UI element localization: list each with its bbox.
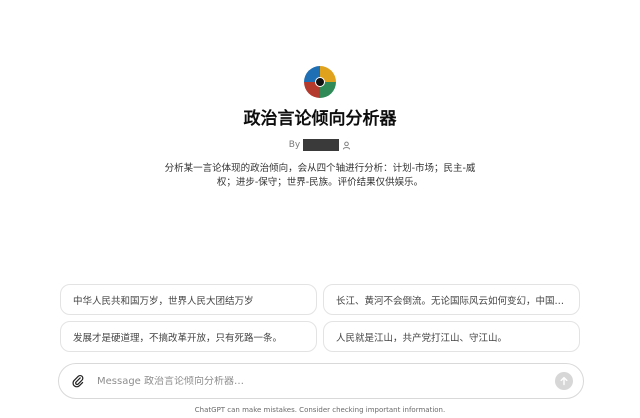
- starter-text: 中华人民共和国万岁，世界人民大团结万岁: [73, 295, 254, 307]
- starter-button-2[interactable]: 长江、黄河不会倒流。无论国际风云如何变幻，中国…: [323, 284, 580, 315]
- send-button[interactable]: [555, 372, 573, 390]
- starter-text: 发展才是硬道理，不搞改革开放，只有死路一条。: [73, 332, 283, 344]
- gpt-description: 分析某一言论体现的政治倾向，会从四个轴进行分析：计划-市场；民主-威权；进步-保…: [164, 163, 476, 188]
- person-icon: [343, 141, 351, 149]
- starter-button-4[interactable]: 人民就是江山，共产党打江山、守江山。: [323, 321, 580, 352]
- paperclip-icon[interactable]: [71, 374, 85, 388]
- author-byline: By: [0, 138, 640, 152]
- conversation-starters: 中华人民共和国万岁，世界人民大团结万岁 长江、黄河不会倒流。无论国际风云如何变幻…: [60, 284, 580, 352]
- gpt-title: 政治言论倾向分析器: [243, 109, 397, 129]
- starter-button-1[interactable]: 中华人民共和国万岁，世界人民大团结万岁: [60, 284, 317, 315]
- arrow-up-icon: [560, 376, 568, 386]
- disclaimer-text: ChatGPT can make mistakes. Consider chec…: [194, 406, 446, 414]
- starter-button-3[interactable]: 发展才是硬道理，不搞改革开放，只有死路一条。: [60, 321, 317, 352]
- starter-text: 长江、黄河不会倒流。无论国际风云如何变幻，中国…: [336, 295, 565, 307]
- starter-text: 人民就是江山，共产党打江山、守江山。: [336, 332, 508, 344]
- message-input[interactable]: [97, 375, 555, 387]
- message-composer: [58, 363, 584, 399]
- gpt-header: 政治言论倾向分析器 By 分析某一言论体现的政治倾向，会从四个轴进行分析：计划-…: [0, 66, 640, 190]
- redacted-author-name: [303, 139, 340, 151]
- by-label: By: [288, 140, 301, 150]
- gpt-avatar-icon: [304, 66, 336, 98]
